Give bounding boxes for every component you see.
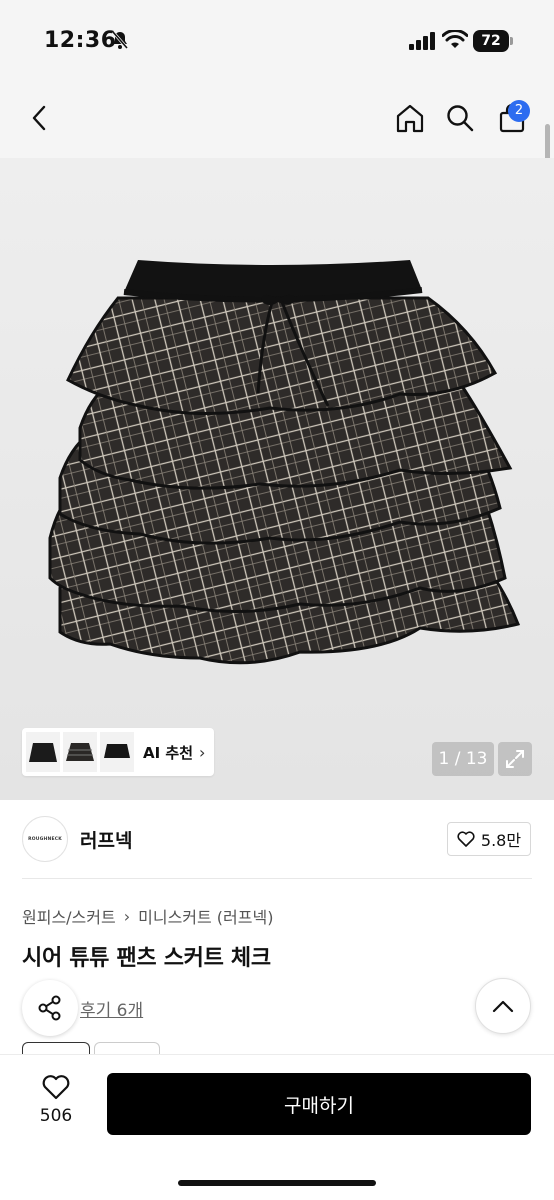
- shop-name[interactable]: 러프넥: [80, 826, 132, 853]
- thumbnail-3[interactable]: [100, 732, 134, 772]
- scroll-top-button[interactable]: [475, 978, 531, 1034]
- skirt-image: [48, 260, 521, 665]
- top-nav: [0, 80, 554, 158]
- home-button[interactable]: [390, 98, 430, 138]
- image-counter: 1 / 13: [432, 742, 494, 776]
- bell-slash-icon: [111, 31, 129, 49]
- shop-like-count: 5.8만: [480, 831, 522, 850]
- chevron-right-icon: ›: [199, 742, 206, 762]
- reviews-link[interactable]: 후기 6개: [80, 996, 143, 1021]
- skirt-thumb-1: [29, 743, 57, 762]
- skirt-thumb-3: [104, 744, 130, 758]
- cart-count-badge: 2: [508, 100, 530, 122]
- breadcrumb: 원피스/스커트 › 미니스커트 (러프넥): [22, 904, 273, 928]
- home-icon: [396, 104, 424, 133]
- status-bar: 12:36 72: [0, 0, 554, 80]
- back-button[interactable]: [20, 98, 60, 138]
- wishlist-button[interactable]: 506: [22, 1074, 90, 1138]
- back-chevron-icon: [32, 105, 46, 131]
- search-button[interactable]: [440, 98, 480, 138]
- heart-outline-icon: [42, 1075, 70, 1100]
- chevron-up-icon: [492, 1000, 514, 1013]
- wifi-icon: [442, 30, 468, 48]
- skirt-thumb-2: [66, 743, 94, 761]
- shop-logo-text: ROUGHNECK: [28, 836, 62, 842]
- thumbnail-1[interactable]: [26, 732, 60, 772]
- ai-recommend-label: AI 추천: [143, 743, 194, 762]
- breadcrumb-category[interactable]: 원피스/스커트: [22, 904, 116, 928]
- share-icon: [38, 995, 61, 1021]
- shop-logo[interactable]: ROUGHNECK: [22, 816, 68, 862]
- ai-recommend-strip[interactable]: AI 추천 ›: [22, 728, 214, 776]
- home-indicator: [178, 1180, 376, 1186]
- shop-like-button[interactable]: 5.8만: [447, 822, 531, 856]
- expand-image-button[interactable]: [498, 742, 532, 776]
- buy-button[interactable]: 구매하기: [107, 1073, 531, 1135]
- thumbnail-2[interactable]: [63, 732, 97, 772]
- battery-icon: 72: [473, 30, 509, 52]
- battery-cap: [510, 37, 513, 45]
- share-button[interactable]: [22, 980, 78, 1036]
- product-title: 시어 튜튜 팬츠 스커트 체크: [22, 946, 271, 971]
- product-image[interactable]: [0, 158, 554, 800]
- signal-icon: [409, 32, 435, 50]
- status-time: 12:36: [44, 28, 117, 53]
- expand-icon: [506, 750, 524, 768]
- wishlist-count: 506: [39, 1106, 73, 1126]
- breadcrumb-subcategory[interactable]: 미니스커트 (러프넥): [138, 904, 273, 928]
- divider: [22, 878, 532, 879]
- heart-icon: [457, 831, 475, 847]
- breadcrumb-chevron-icon: ›: [123, 906, 131, 926]
- search-icon: [447, 105, 474, 132]
